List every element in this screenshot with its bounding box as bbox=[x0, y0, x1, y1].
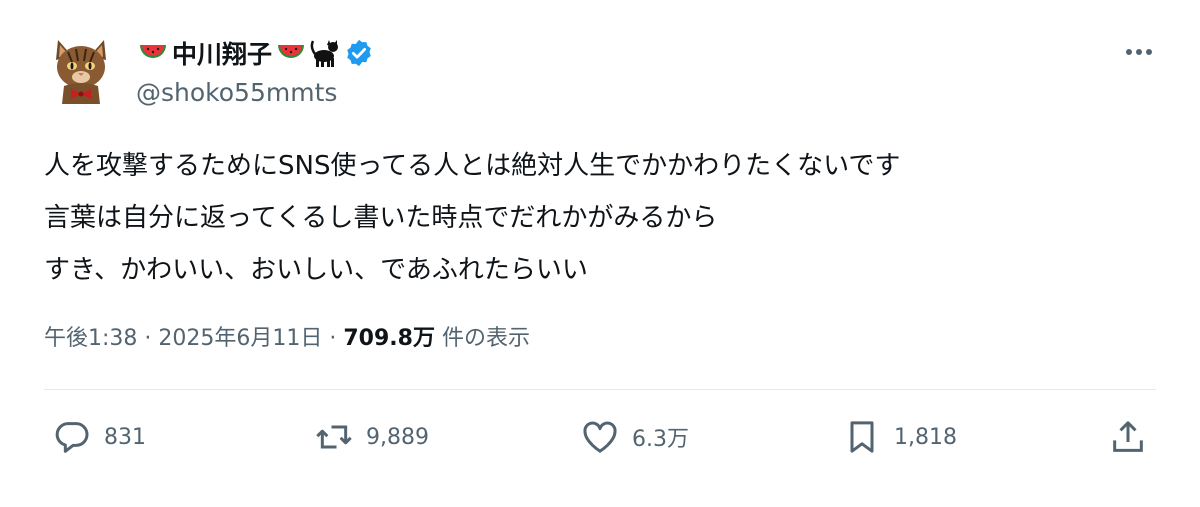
meta-separator: · bbox=[322, 326, 344, 351]
bookmark-icon bbox=[850, 421, 874, 453]
author-name-row[interactable]: 中川翔子 bbox=[138, 33, 374, 73]
tweet-line: 言葉は自分に返ってくるし書いた時点でだれかがみるから bbox=[44, 203, 718, 233]
black-cat-icon bbox=[310, 37, 340, 69]
reply-count: 831 bbox=[104, 424, 146, 450]
retweet-count: 9,889 bbox=[366, 424, 429, 450]
like-count: 6.3万 bbox=[632, 427, 689, 452]
tweet-line: すき、かわいい、おいしい、であふれたらいい bbox=[44, 255, 588, 285]
view-count: 709.8万 bbox=[343, 326, 435, 351]
divider bbox=[44, 389, 1156, 390]
watermelon-icon bbox=[138, 42, 168, 64]
share-icon bbox=[1113, 421, 1143, 452]
bookmark-button[interactable]: 1,818 bbox=[840, 412, 957, 462]
action-bar: 831 9,889 6.3万 1,818 bbox=[50, 412, 1150, 462]
author-handle[interactable]: @shoko55mmts bbox=[136, 78, 337, 107]
tweet-time[interactable]: 午後1:38 bbox=[44, 326, 137, 351]
retweet-icon bbox=[316, 425, 352, 449]
heart-icon bbox=[583, 421, 617, 453]
watermelon-icon bbox=[276, 42, 306, 64]
tweet-meta: 午後1:38 · 2025年6月11日 · 709.8万 件の表示 bbox=[44, 320, 530, 352]
like-button[interactable]: 6.3万 bbox=[578, 412, 689, 462]
more-options-icon[interactable] bbox=[1124, 40, 1154, 64]
reply-icon bbox=[55, 422, 89, 453]
meta-separator: · bbox=[137, 326, 159, 351]
author-display-name[interactable]: 中川翔子 bbox=[172, 35, 272, 71]
bookmark-count: 1,818 bbox=[894, 424, 957, 450]
tweet-date[interactable]: 2025年6月11日 bbox=[158, 326, 322, 351]
retweet-button[interactable]: 9,889 bbox=[312, 412, 429, 462]
tweet-line: 人を攻撃するためにSNS使ってる人とは絶対人生でかかわりたくないです bbox=[44, 151, 901, 181]
reply-button[interactable]: 831 bbox=[50, 412, 146, 462]
view-label: 件の表示 bbox=[434, 326, 530, 351]
avatar[interactable] bbox=[46, 34, 116, 104]
verified-badge-icon[interactable] bbox=[344, 38, 374, 68]
cat-avatar-icon bbox=[56, 40, 106, 104]
share-button[interactable] bbox=[1106, 412, 1150, 462]
tweet-text: 人を攻撃するためにSNS使ってる人とは絶対人生でかかわりたくないです 言葉は自分… bbox=[44, 140, 1154, 296]
